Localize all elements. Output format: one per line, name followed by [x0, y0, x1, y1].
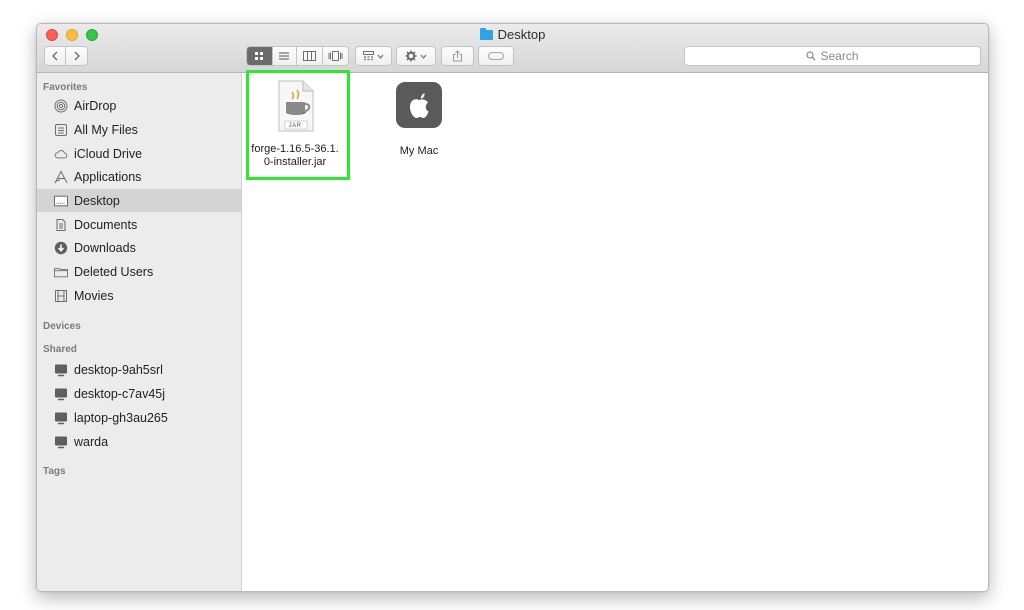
search-icon [806, 51, 816, 61]
computer-icon [54, 363, 68, 377]
sidebar: Favorites AirDrop All My Files iCloud Dr… [37, 73, 242, 591]
favorites-header: Favorites [43, 82, 88, 93]
computer-icon [54, 411, 68, 425]
file-item-my-mac[interactable]: My Mac [383, 81, 455, 158]
search-field[interactable]: Search [684, 46, 981, 66]
sidebar-item-label: desktop-9ah5srl [74, 362, 163, 377]
columns-icon [302, 51, 316, 61]
apple-app-icon [395, 81, 443, 129]
gear-icon [405, 50, 417, 62]
computer-icon [54, 387, 68, 401]
cloud-icon [54, 147, 68, 161]
action-button[interactable] [396, 46, 436, 66]
grid-icon [255, 52, 264, 60]
tags-button[interactable] [478, 46, 514, 66]
chevron-left-icon [52, 51, 58, 61]
back-button[interactable] [45, 47, 67, 65]
icon-view-button[interactable] [247, 47, 273, 65]
window-title-text: Desktop [497, 27, 546, 42]
sidebar-item-movies[interactable]: Movies [37, 284, 241, 307]
share-icon [453, 50, 462, 62]
sidebar-item-downloads[interactable]: Downloads [37, 236, 241, 259]
chevron-right-icon [74, 51, 80, 61]
view-mode-control [246, 46, 349, 66]
folder-icon [54, 265, 68, 279]
search-placeholder: Search [820, 49, 859, 63]
sidebar-item-label: Movies [74, 288, 114, 303]
nav-buttons [44, 46, 88, 66]
sidebar-item-deleted-users[interactable]: Deleted Users [37, 260, 241, 283]
sidebar-item-label: Applications [74, 169, 142, 184]
sidebar-item-label: desktop-c7av45j [74, 386, 166, 401]
arrange-grid-icon [363, 51, 374, 61]
tags-header: Tags [43, 466, 66, 477]
sidebar-item-label: Deleted Users [74, 264, 154, 279]
devices-header: Devices [43, 321, 81, 332]
sidebar-item-label: Downloads [74, 240, 136, 255]
movies-icon [54, 289, 68, 303]
sidebar-item-all-my-files[interactable]: All My Files [37, 118, 241, 141]
cover-flow-button[interactable] [323, 47, 348, 65]
sidebar-item-label: warda [74, 434, 109, 449]
computer-icon [54, 435, 68, 449]
sidebar-item-airdrop[interactable]: AirDrop [37, 94, 241, 117]
folder-icon [479, 27, 493, 40]
sidebar-item-icloud-drive[interactable]: iCloud Drive [37, 142, 241, 165]
column-view-button[interactable] [297, 47, 323, 65]
sidebar-item-label: Desktop [74, 193, 120, 208]
title-bar: Desktop Search [37, 24, 988, 73]
shared-header: Shared [43, 344, 77, 355]
cover-flow-icon [328, 51, 343, 61]
desktop-icon [54, 194, 68, 208]
all-files-icon [54, 123, 68, 137]
sidebar-item-label: AirDrop [74, 98, 117, 113]
forward-button[interactable] [66, 47, 87, 65]
airdrop-icon [54, 99, 68, 113]
sidebar-item-label: All My Files [74, 122, 138, 137]
applications-icon [54, 169, 68, 184]
chevron-down-icon [377, 54, 384, 59]
list-icon [279, 52, 290, 60]
documents-icon [54, 218, 68, 232]
finder-window: Desktop Search Favorites AirDrop All My … [36, 23, 989, 592]
chevron-down-icon [420, 54, 427, 59]
downloads-icon [54, 241, 68, 255]
sidebar-item-applications[interactable]: Applications [37, 165, 241, 188]
sidebar-item-label: laptop-gh3au265 [74, 410, 168, 425]
file-browser-content: JAR forge-1.16.5-36.1. 0-installer.jar M… [242, 73, 988, 591]
tag-icon [488, 52, 504, 60]
share-button[interactable] [441, 46, 474, 66]
sidebar-item-desktop[interactable]: Desktop [37, 189, 241, 212]
sidebar-item-documents[interactable]: Documents [37, 213, 241, 236]
sidebar-item-desktop-9ah5srl[interactable]: desktop-9ah5srl [37, 358, 241, 381]
sidebar-item-desktop-c7av45j[interactable]: desktop-c7av45j [37, 382, 241, 405]
selection-highlight-box [246, 70, 350, 180]
list-view-button[interactable] [273, 47, 298, 65]
sidebar-item-warda[interactable]: warda [37, 430, 241, 453]
sidebar-item-laptop-gh3au265[interactable]: laptop-gh3au265 [37, 406, 241, 429]
sidebar-item-label: iCloud Drive [74, 146, 143, 161]
file-name-line1: My Mac [399, 145, 439, 157]
window-title: Desktop [37, 27, 988, 42]
sidebar-item-label: Documents [74, 217, 138, 232]
arrange-button[interactable] [355, 46, 392, 66]
